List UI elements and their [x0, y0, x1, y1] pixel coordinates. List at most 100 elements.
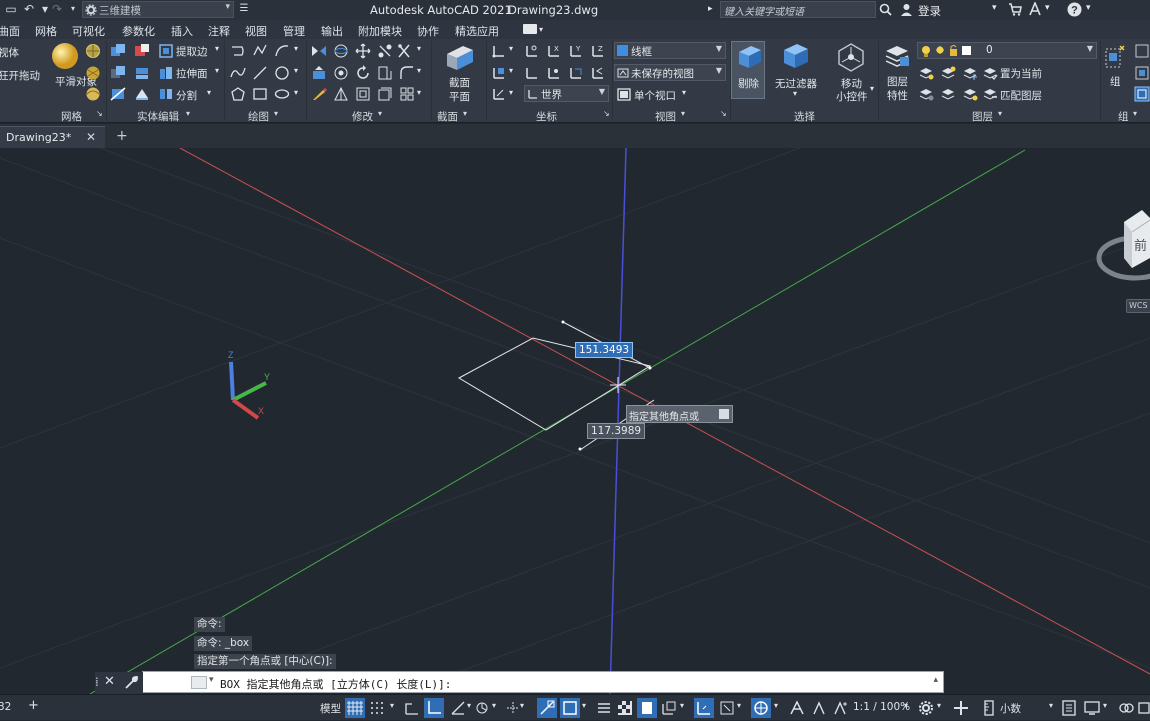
recent-commands-dropdown-icon[interactable]: ▾	[209, 675, 214, 685]
mirror-icon[interactable]	[311, 43, 327, 59]
close-command-line-icon[interactable]: ✕	[104, 674, 115, 689]
dynamic-ucs-dropdown-icon[interactable]: ▾	[680, 701, 684, 710]
user-icon[interactable]	[900, 3, 913, 16]
match-layer-label[interactable]: 匹配图层	[1000, 88, 1042, 103]
tab-addins[interactable]: 附加模块	[358, 23, 402, 39]
grip-icon[interactable]: ⁞	[95, 675, 99, 689]
length-input[interactable]: 151.3493	[575, 342, 634, 358]
osnap-toggle-icon[interactable]	[537, 698, 557, 718]
interfere-icon[interactable]	[134, 65, 150, 81]
smooth-object-icon[interactable]	[50, 41, 80, 71]
grid-toggle-icon[interactable]	[345, 698, 365, 718]
scale-icon[interactable]	[377, 65, 393, 81]
ellipse-dropdown-icon[interactable]: ▾	[294, 88, 298, 97]
units-value[interactable]: 小数	[1000, 701, 1021, 716]
spline-icon[interactable]	[230, 65, 246, 81]
viewport-config-dropdown-icon[interactable]: ▾	[682, 88, 686, 97]
ucs-z-icon[interactable]: Z	[590, 43, 606, 59]
tab-surface[interactable]: 曲面	[0, 23, 20, 39]
circle-dropdown-icon[interactable]: ▾	[294, 66, 298, 75]
options-down-arrow-icon[interactable]	[719, 409, 729, 419]
object-snap-tracking-icon[interactable]	[505, 700, 521, 716]
annotation-add-icon[interactable]	[832, 700, 848, 716]
ellipse-icon[interactable]	[274, 86, 290, 102]
extrude-faces-dropdown-icon[interactable]: ▾	[215, 66, 219, 75]
separate-dropdown-icon[interactable]: ▾	[207, 88, 211, 97]
layers-panel-dropdown-icon[interactable]: ▾	[998, 109, 1002, 118]
ribbon-left-item-2[interactable]: 狂开拖动	[0, 68, 40, 83]
help-dropdown-icon[interactable]: ▾	[1086, 3, 1091, 13]
section-plane-icon[interactable]	[443, 42, 475, 72]
array-dropdown-icon[interactable]: ▾	[417, 88, 421, 97]
ucs-combo[interactable]: 世界 ▼	[524, 85, 609, 102]
dynamic-ucs-icon[interactable]	[661, 700, 677, 716]
wcs-menu[interactable]: WCS	[1126, 299, 1150, 313]
ucs-y-icon[interactable]: Y	[568, 43, 584, 59]
fillet-dropdown-icon[interactable]: ▾	[417, 66, 421, 75]
osnap-tracking-dropdown-icon[interactable]: ▾	[520, 701, 524, 710]
mesh-panel-launcher-icon[interactable]: ↘	[96, 109, 103, 118]
login-link[interactable]: 登录	[918, 3, 941, 19]
thicken-icon[interactable]	[134, 86, 150, 102]
new-tab-icon[interactable]: +	[116, 128, 128, 144]
set-current-label[interactable]: 置为当前	[1000, 66, 1042, 81]
drawing-viewport[interactable]: Z Y X 前 WCS	[0, 148, 1150, 694]
fullscreen-icon[interactable]	[1138, 700, 1150, 716]
no-filter-dropdown-icon[interactable]: ▾	[793, 89, 797, 98]
group-panel-dropdown-icon[interactable]: ▾	[1133, 109, 1137, 118]
add-layout-icon[interactable]: +	[28, 698, 39, 713]
array-icon[interactable]	[399, 86, 415, 102]
ucs-x-icon[interactable]: X	[546, 43, 562, 59]
tab-annotate[interactable]: 注释	[208, 23, 230, 39]
command-line[interactable]: ⁞ ✕ ▾ BOX 指定其他角点或 [立方体(C) 长度(L)]: ▴	[95, 671, 944, 694]
tab-parametric[interactable]: 参数化	[122, 23, 155, 39]
polar-dropdown-icon[interactable]: ▾	[467, 701, 471, 710]
separate-icon[interactable]	[158, 86, 174, 102]
gizmo-icon[interactable]	[719, 700, 735, 716]
match-layer-icon[interactable]	[982, 86, 998, 102]
3d-osnap-dropdown-icon[interactable]: ▾	[582, 701, 586, 710]
ucs-object-dropdown-icon[interactable]: ▾	[509, 66, 513, 75]
layer-freeze-icon[interactable]	[962, 65, 978, 81]
command-history-toggle-icon[interactable]: ▴	[933, 675, 938, 685]
section-plane-label-2[interactable]: 平面	[449, 89, 470, 104]
login-dropdown-icon[interactable]: ▾	[992, 3, 997, 13]
expand-icon[interactable]: ▸	[708, 4, 713, 14]
offset-icon[interactable]	[355, 86, 371, 102]
ortho-toggle-icon[interactable]	[424, 698, 444, 718]
infer-constraints-icon[interactable]	[404, 700, 420, 716]
tab-mesh[interactable]: 网格	[35, 23, 57, 39]
group-label[interactable]: 组	[1110, 74, 1121, 89]
ucs-dropdown-icon[interactable]: ▾	[509, 44, 513, 53]
units-dropdown-icon[interactable]: ▾	[1049, 701, 1053, 710]
gizmo-dropdown-icon[interactable]: ▾	[737, 701, 741, 710]
align-icon[interactable]	[333, 86, 349, 102]
visual-style-combo[interactable]: 线框 ▼	[614, 42, 726, 59]
workspace-selector[interactable]: 三维建模 ▾	[82, 1, 234, 18]
recent-commands-icon[interactable]	[191, 676, 207, 689]
undo-icon[interactable]: ↶	[22, 2, 36, 16]
graphics-dropdown-icon[interactable]: ▾	[1103, 701, 1107, 710]
move-icon[interactable]	[355, 43, 371, 59]
redo-dropdown-icon[interactable]: ▾	[66, 2, 80, 16]
mesh-refine-icon[interactable]	[85, 65, 101, 81]
polygon-icon[interactable]	[230, 86, 246, 102]
layer-properties-icon[interactable]	[884, 43, 910, 69]
tab-insert[interactable]: 插入	[171, 23, 193, 39]
ungroup-icon[interactable]	[1134, 43, 1150, 59]
units-icon[interactable]	[981, 700, 997, 716]
presspull-icon[interactable]	[311, 65, 327, 81]
viewport-config-icon[interactable]	[616, 87, 632, 103]
ucs-view-icon[interactable]	[546, 65, 562, 81]
union-icon[interactable]	[110, 43, 126, 59]
dynamic-input-toggle-icon[interactable]	[694, 698, 714, 718]
layer-thaw-icon[interactable]	[962, 86, 978, 102]
graphics-performance-icon[interactable]	[1084, 700, 1100, 716]
workspace-dropdown-icon[interactable]: ▾	[937, 701, 941, 710]
layer-properties-label-1[interactable]: 图层	[887, 74, 908, 89]
ribbon-toggle-dropdown-icon[interactable]: ▾	[539, 25, 543, 34]
view-panel-dropdown-icon[interactable]: ▾	[681, 109, 685, 118]
trim-icon[interactable]	[396, 43, 412, 59]
solid-edit-panel-dropdown-icon[interactable]: ▾	[186, 109, 190, 118]
workspace-gear-icon[interactable]	[918, 700, 934, 716]
